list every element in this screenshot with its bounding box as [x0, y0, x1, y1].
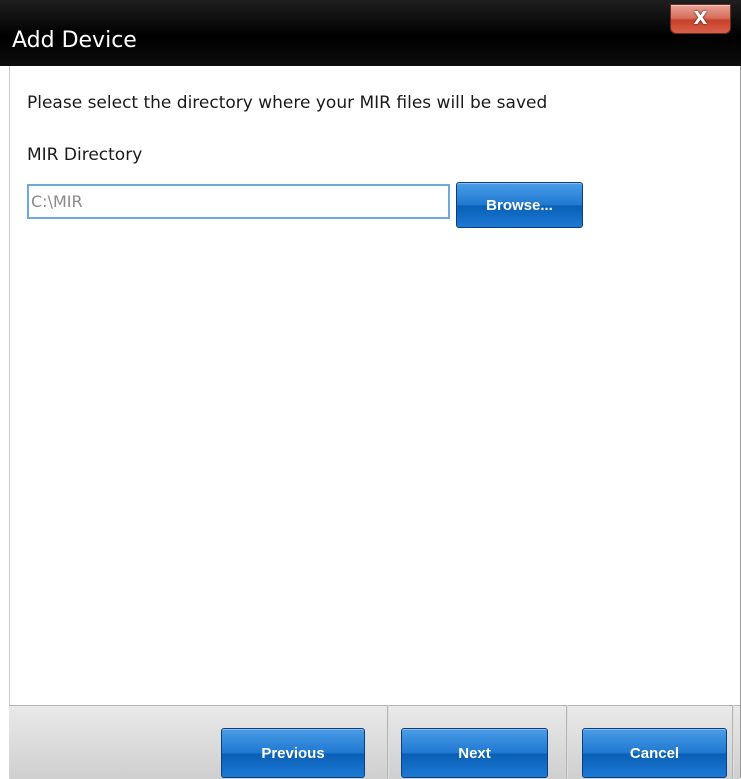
- close-button[interactable]: X: [670, 4, 731, 34]
- content-left-border: [9, 66, 10, 705]
- window-title: Add Device: [12, 28, 137, 53]
- close-icon: X: [693, 8, 708, 29]
- footer-separator: [732, 705, 734, 778]
- footer-separator: [387, 705, 389, 778]
- next-button[interactable]: Next: [401, 728, 548, 778]
- footer-separator: [566, 705, 568, 778]
- instruction-text: Please select the directory where your M…: [27, 93, 548, 113]
- cancel-button[interactable]: Cancel: [582, 728, 727, 778]
- add-device-dialog: Add Device X Please select the directory…: [0, 0, 741, 779]
- previous-button[interactable]: Previous: [221, 728, 365, 778]
- mir-directory-input[interactable]: [27, 184, 450, 219]
- browse-button[interactable]: Browse...: [456, 182, 583, 228]
- title-bar: Add Device X: [0, 0, 741, 66]
- mir-directory-label: MIR Directory: [27, 145, 143, 165]
